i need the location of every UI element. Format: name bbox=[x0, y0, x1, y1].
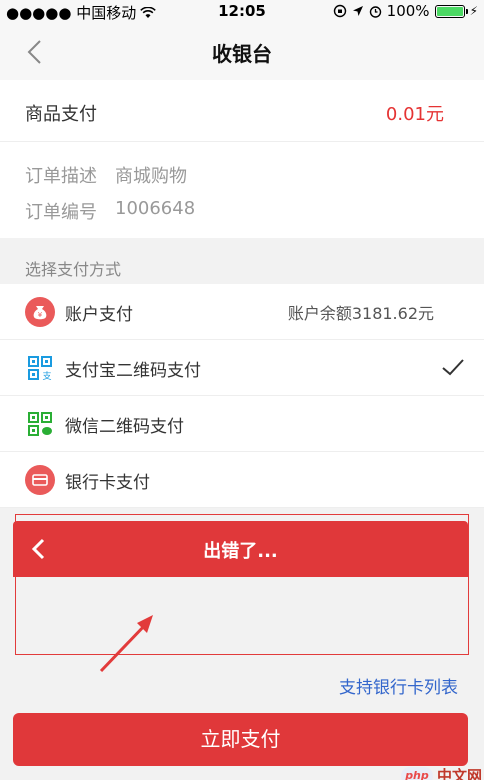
payment-method-label: 银行卡支付 bbox=[65, 473, 150, 493]
payment-method-wechat-qr[interactable]: 微信二维码支付 bbox=[0, 396, 484, 452]
money-bag-icon: ¥ bbox=[25, 297, 55, 327]
annotation-arrow-icon bbox=[99, 615, 153, 673]
nav-bar: 收银台 bbox=[0, 24, 484, 80]
order-number-value: 1006648 bbox=[115, 198, 196, 219]
payment-method-label: 微信二维码支付 bbox=[65, 417, 184, 437]
product-amount: 0.01元 bbox=[385, 104, 444, 125]
payment-method-account[interactable]: ¥ 账户支付 账户余额3181.62元 bbox=[0, 284, 484, 340]
payment-method-label: 账户支付 bbox=[65, 305, 133, 325]
payment-methods-list: ¥ 账户支付 账户余额3181.62元 支 支付宝二维码支付 微信二维码支付 银… bbox=[0, 284, 484, 508]
order-desc-value: 商城购物 bbox=[115, 166, 187, 187]
svg-text:¥: ¥ bbox=[38, 311, 43, 319]
payment-method-bank-card[interactable]: 银行卡支付 bbox=[0, 452, 484, 508]
bank-card-icon bbox=[25, 465, 55, 495]
order-desc-label: 订单描述 bbox=[25, 166, 97, 187]
order-number-label: 订单编号 bbox=[25, 202, 97, 223]
payment-method-alipay-qr[interactable]: 支 支付宝二维码支付 bbox=[0, 340, 484, 396]
order-number-row: 订单编号 1006648 bbox=[25, 198, 195, 224]
account-balance: 账户余额3181.62元 bbox=[287, 304, 434, 323]
alipay-qr-icon: 支 bbox=[28, 356, 52, 382]
battery-icon bbox=[434, 4, 468, 18]
checkmark-icon bbox=[442, 359, 464, 376]
product-payment-row: 商品支付 0.01元 bbox=[0, 80, 484, 142]
product-label: 商品支付 bbox=[25, 104, 97, 125]
charging-icon: ⚡ bbox=[469, 4, 478, 18]
status-bar: ●●●●● 中国移动 12:05 100% ⚡ bbox=[0, 0, 484, 24]
supported-banks-link[interactable]: 支持银行卡列表 bbox=[339, 673, 458, 698]
rotation-lock-icon bbox=[333, 4, 346, 18]
php-logo: php bbox=[400, 766, 433, 780]
battery-percent: 100% bbox=[386, 2, 430, 20]
page-title: 收银台 bbox=[212, 42, 272, 66]
location-icon bbox=[352, 6, 363, 16]
payment-method-label: 支付宝二维码支付 bbox=[65, 361, 201, 381]
payment-section-label: 选择支付方式 bbox=[25, 260, 122, 279]
pay-now-button[interactable]: 立即支付 bbox=[13, 713, 468, 766]
alarm-icon bbox=[369, 5, 381, 18]
watermark-site: 中文网 bbox=[436, 767, 482, 780]
error-title: 出错了... bbox=[203, 541, 278, 562]
error-header: 出错了... bbox=[13, 521, 468, 577]
order-info: 订单描述 商城购物 订单编号 1006648 bbox=[0, 142, 484, 238]
svg-text:支: 支 bbox=[42, 370, 51, 382]
wechat-qr-icon bbox=[28, 412, 52, 436]
watermark: php 中文网 bbox=[400, 765, 482, 780]
order-desc-row: 订单描述 商城购物 bbox=[25, 162, 187, 188]
